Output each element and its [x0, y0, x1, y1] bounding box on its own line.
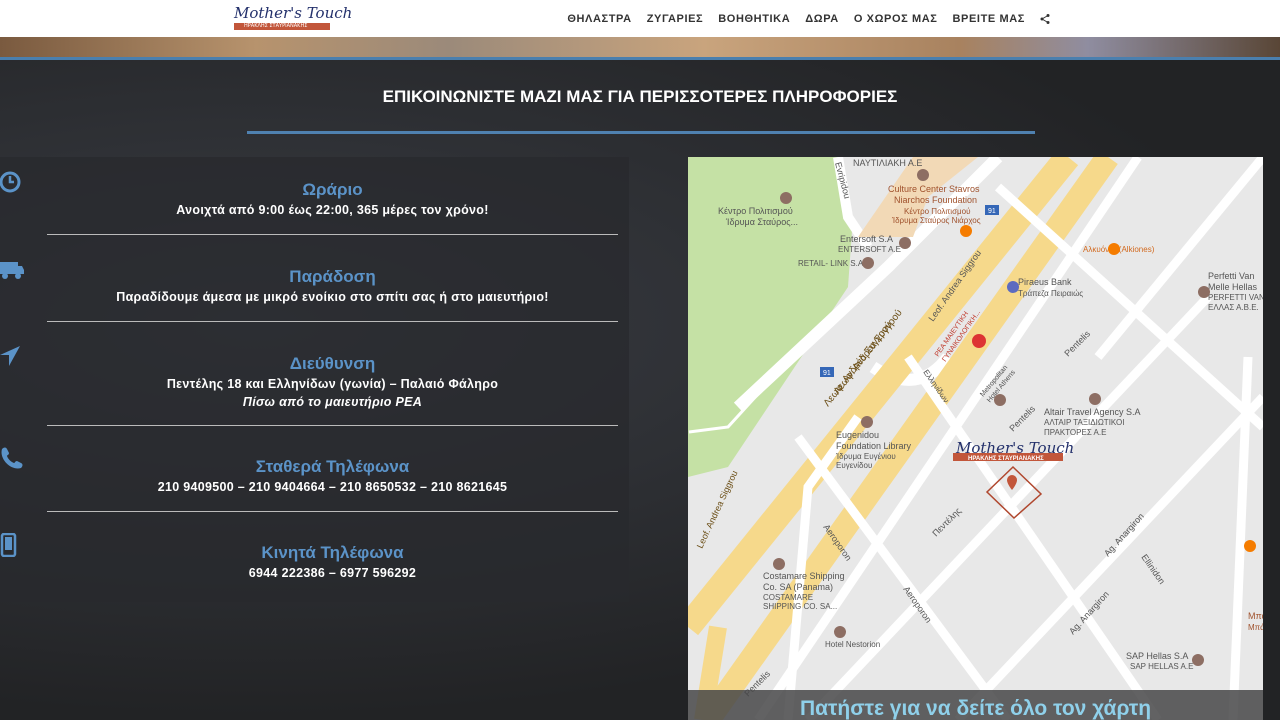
road-label: Πεντέλης [930, 505, 963, 538]
mobile-icon [0, 533, 24, 557]
road-label: Leof. Andrea Siggrou [695, 469, 740, 550]
road-label: Ellinidon [1139, 552, 1167, 586]
map-label: SHIPPING CO. SA... [763, 602, 837, 611]
route-number: 91 [988, 208, 996, 215]
clock-icon [0, 170, 24, 194]
contact-hours: Ωράριο Ανοιχτά από 9:00 έως 22:00, 365 μ… [47, 179, 618, 219]
logo[interactable]: Mother's Touch ΗΡΑΚΛΗΣ ΣΤΑΥΡΙΑΝΑΚΗΣ [234, 5, 330, 33]
map-label: Costamare Shipping [763, 571, 845, 581]
map-label: SAP Hellas S.A [1126, 651, 1188, 661]
map-label: Ίδρυμα Σταύρος... [725, 217, 798, 227]
map-label: Niarchos Foundation [894, 195, 977, 205]
contact-landlines: Σταθερά Τηλέφωνα 210 9409500 – 210 94046… [47, 456, 618, 496]
map-pin-icon [1007, 475, 1017, 490]
map-label: ΝΑΥΤΙΛΙΑΚΗ Α.Ε [853, 158, 922, 168]
map-canvas[interactable]: ΝΑΥΤΙΛΙΑΚΗ Α.Ε Culture Center Stavros Ni… [688, 157, 1263, 720]
map-label: Ευγενίδου [836, 461, 872, 470]
nav-dora[interactable]: ΔΩΡΑ [805, 13, 839, 25]
map-label: Co. SA (Panama) [763, 582, 833, 592]
address-note: Πίσω από το μαιευτήριο ΡΕΑ [47, 393, 618, 411]
map-label: Μπαρρ [1248, 611, 1263, 621]
map-label: Eugenidou [836, 430, 879, 440]
map-label: ΑΛΤΑΙΡ ΤΑΞΙΔΙΩΤΙΚΟΙ [1044, 418, 1124, 427]
share-icon[interactable] [1040, 14, 1050, 24]
main-nav: ΘΗΛΑΣΤΡΑ ΖΥΓΑΡΙΕΣ ΒΟΗΘΗΤΙΚΑ ΔΩΡΑ Ο ΧΩΡΟΣ… [567, 0, 1050, 37]
contact-mobiles: Κινητά Τηλέφωνα 6944 222386 – 6977 59629… [47, 542, 618, 582]
map-label: Altair Travel Agency S.A [1044, 407, 1141, 417]
address-text: Πεντέλης 18 και Ελληνίδων (γωνία) – Παλα… [47, 375, 618, 393]
map-label: Κέντρο Πολιτισμού [718, 206, 793, 216]
truck-icon [0, 258, 24, 282]
road-label: Pentelis [1007, 403, 1037, 433]
map-label: Ίδρυμα Ευγένιου [835, 452, 896, 461]
separator [47, 511, 618, 512]
map-label: SAP HELLAS A.E [1130, 662, 1193, 671]
map[interactable]: ΝΑΥΤΙΛΙΑΚΗ Α.Ε Culture Center Stavros Ni… [688, 157, 1263, 720]
top-navbar: Mother's Touch ΗΡΑΚΛΗΣ ΣΤΑΥΡΙΑΝΑΚΗΣ ΘΗΛΑ… [0, 0, 1280, 37]
nav-zygaries[interactable]: ΖΥΓΑΡΙΕΣ [647, 13, 704, 25]
map-label: Entersoft S.A [840, 234, 893, 244]
map-label: Perfetti Van [1208, 271, 1254, 281]
separator [47, 425, 618, 426]
header-photo-strip [0, 37, 1280, 57]
separator [47, 321, 618, 322]
map-label: Ίδρυμα Σταύρος Νιάρχος [891, 216, 981, 225]
road-label: Pentelis [1062, 328, 1092, 358]
view-full-map-button[interactable]: Πατήστε για να δείτε όλο τον χάρτη [688, 690, 1263, 720]
map-label: Piraeus Bank [1018, 277, 1072, 287]
map-label: Κέντρο Πολιτισμού [904, 207, 970, 216]
map-label: PERFETTI VAN [1208, 293, 1263, 302]
contact-delivery: Παράδοση Παραδίδουμε άμεσα με μικρό ενοί… [47, 266, 618, 306]
map-label: ΕΛΛΑΣ Α.Β.Ε. [1208, 303, 1259, 312]
map-label: ΠΡΑΚΤΟΡΕΣ Α.Ε [1044, 428, 1106, 437]
nav-o-xoros-mas[interactable]: Ο ΧΩΡΟΣ ΜΑΣ [854, 13, 938, 25]
delivery-text: Παραδίδουμε άμεσα με μικρό ενοίκιο στο σ… [47, 288, 618, 306]
map-label: Τράπεζα Πειραιώς [1018, 289, 1083, 298]
pin-logo-text: Mother's Touch [955, 439, 1074, 457]
hours-text: Ανοιχτά από 9:00 έως 22:00, 365 μέρες το… [47, 201, 618, 219]
location-arrow-icon [0, 344, 24, 368]
route-number: 91 [823, 370, 831, 377]
nav-thilastra[interactable]: ΘΗΛΑΣΤΡΑ [567, 13, 631, 25]
address-title: Διεύθυνση [47, 353, 618, 375]
pin-logo-subtitle: ΗΡΑΚΛΗΣ ΣΤΑΥΡΙΑΝΑΚΗΣ [968, 456, 1044, 462]
mobiles-text: 6944 222386 – 6977 596292 [47, 564, 618, 582]
title-underline [247, 131, 1035, 134]
section-title: ΕΠΙΚΟΙΝΩΝΙΣΤΕ ΜΑΖΙ ΜΑΣ ΓΙΑ ΠΕΡΙΣΣΟΤΕΡΕΣ … [0, 87, 1280, 107]
map-label: ENTERSOFT A.E [838, 245, 901, 254]
road-label: Ag. Anargiron [1102, 511, 1146, 558]
map-label: COSTAMARE [763, 593, 813, 602]
map-label: Melle Hellas [1208, 282, 1258, 292]
hours-title: Ωράριο [47, 179, 618, 201]
map-label: RETAIL- LINK S.A [798, 259, 864, 268]
map-label: Hotel Nestorion [825, 640, 880, 649]
nav-vreite-mas[interactable]: ΒΡΕΙΤΕ ΜΑΣ [953, 13, 1026, 25]
separator [47, 234, 618, 235]
delivery-title: Παράδοση [47, 266, 618, 288]
landlines-title: Σταθερά Τηλέφωνα [47, 456, 618, 478]
map-label: Culture Center Stavros [888, 184, 980, 194]
phone-icon [0, 446, 24, 470]
hospital-icon[interactable] [972, 334, 986, 348]
map-label: Foundation Library [836, 441, 912, 451]
mobiles-title: Κινητά Τηλέφωνα [47, 542, 618, 564]
nav-voithitika[interactable]: ΒΟΗΘΗΤΙΚΑ [718, 13, 790, 25]
map-label: Μπάρμ [1248, 623, 1263, 632]
landlines-text: 210 9409500 – 210 9404664 – 210 8650532 … [47, 478, 618, 496]
contact-address: Διεύθυνση Πεντέλης 18 και Ελληνίδων (γων… [47, 353, 618, 411]
